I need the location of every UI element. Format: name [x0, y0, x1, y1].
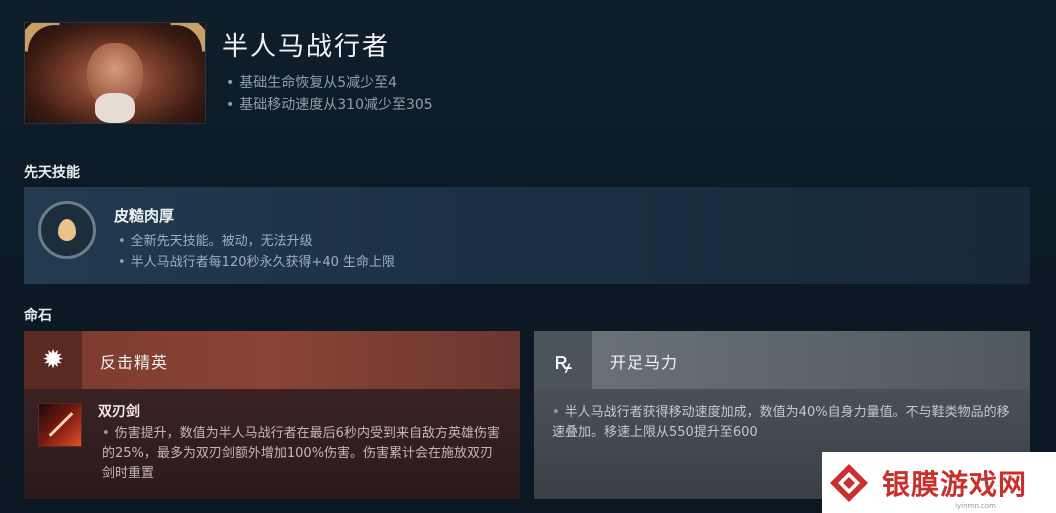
- facet-left-item-desc: 伤害提升，数值为半人马战行者在最后6秒内受到来自敌方英雄伤害的25%，最多为双刃…: [102, 424, 502, 484]
- facet-left-header: ✹ 反击精英: [24, 331, 520, 389]
- facet-left-label: 反击精英: [100, 353, 169, 372]
- double-edge-icon: [38, 403, 82, 447]
- facet-card-left[interactable]: ✹ 反击精英 双刃剑 伤害提升，数值为半人马战行者在最后6秒内受到来自敌方英雄伤…: [24, 331, 520, 499]
- portrait-beard: [95, 93, 135, 123]
- facet-right-label: 开足马力: [610, 353, 679, 372]
- hero-change-item: 基础生命恢复从5减少至4: [226, 72, 433, 94]
- innate-panel: 皮糙肉厚 全新先天技能。被动，无法升级 半人马战行者每120秒永久获得+40 生…: [24, 187, 1030, 284]
- facet-left-item-name: 双刃剑: [98, 404, 140, 420]
- facet-right-desc-text: 半人马战行者获得移动速度加成，数值为40%自身力量值。不与鞋类物品的移速叠加。移…: [552, 405, 1010, 440]
- hoof-icon: ꝶ: [534, 331, 592, 389]
- innate-section-title: 先天技能: [24, 165, 80, 181]
- innate-note-item: 全新先天技能。被动，无法升级: [118, 231, 395, 252]
- hero-change-item: 基础移动速度从310减少至305: [226, 94, 432, 116]
- hero-portrait: [24, 22, 206, 124]
- drop-icon: [58, 219, 76, 241]
- facet-left-desc-text: 伤害提升，数值为半人马战行者在最后6秒内受到来自敌方英雄伤害的25%，最多为双刃…: [102, 426, 500, 481]
- facet-right-header: ꝶ 开足马力: [534, 331, 1030, 389]
- innate-ability-icon: [38, 201, 96, 259]
- hero-change-list: 基础生命恢复从5减少至4 基础移动速度从310减少至305: [226, 72, 433, 116]
- innate-note-item: 半人马战行者每120秒永久获得+40 生命上限: [118, 252, 395, 273]
- facet-left-body: 双刃剑 伤害提升，数值为半人马战行者在最后6秒内受到来自敌方英雄伤害的25%，最…: [24, 389, 520, 499]
- watermark-text: 银膜游戏网: [882, 467, 1028, 501]
- site-logo-icon: [830, 463, 868, 502]
- burst-icon: ✹: [24, 331, 82, 389]
- facet-right-desc: 半人马战行者获得移动速度加成，数值为40%自身力量值。不与鞋类物品的移速叠加。移…: [552, 403, 1017, 443]
- innate-notes: 全新先天技能。被动，无法升级 半人马战行者每120秒永久获得+40 生命上限: [118, 231, 395, 273]
- site-watermark: 银膜游戏网 iyinmn.com: [822, 452, 1056, 513]
- facets-section-title: 命石: [24, 308, 52, 324]
- innate-ability-name: 皮糙肉厚: [114, 207, 175, 225]
- watermark-url: iyinmn.com: [955, 502, 996, 510]
- hero-name: 半人马战行者: [222, 32, 391, 62]
